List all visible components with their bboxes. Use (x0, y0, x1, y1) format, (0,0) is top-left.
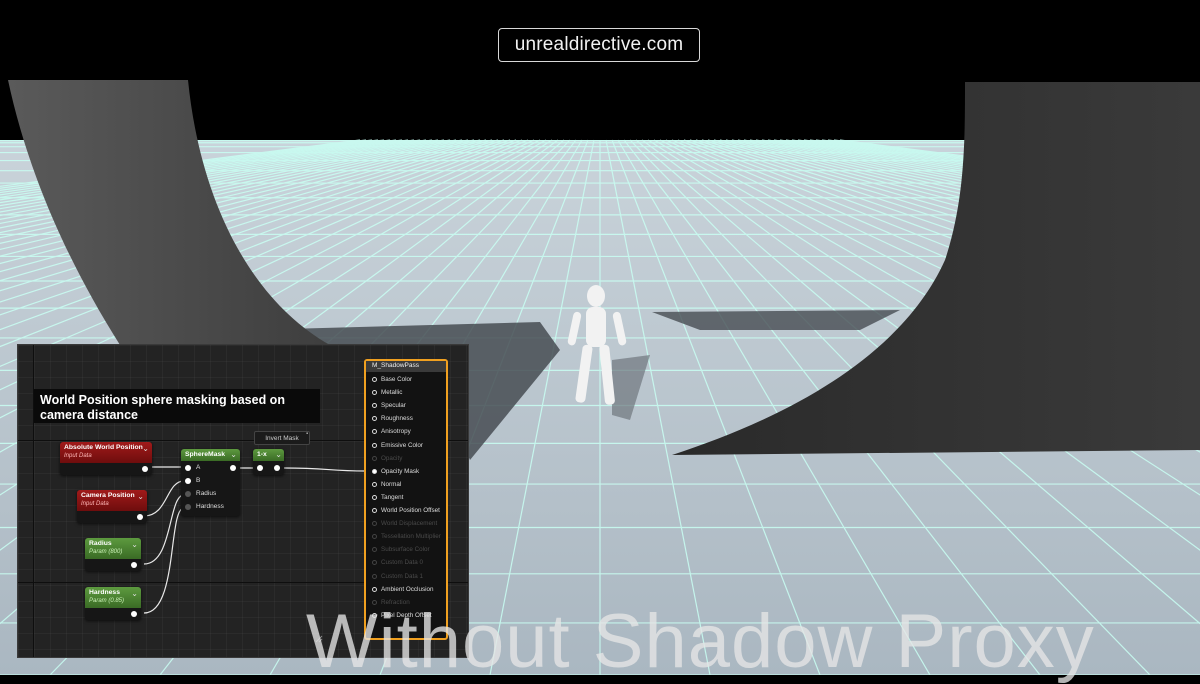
material-result-title: M_ShadowPass (366, 361, 446, 372)
material-result-node[interactable]: M_ShadowPass Base Color Metallic Specular R… (364, 359, 448, 640)
output-pin[interactable] (131, 611, 137, 617)
input-pin[interactable] (185, 464, 191, 471)
material-pin-row[interactable]: Normal (372, 481, 401, 488)
material-pin-label: Subsurface Color (381, 546, 430, 554)
pin-row-a[interactable]: A (185, 464, 200, 471)
material-pin-row[interactable]: Emissive Color (372, 442, 423, 449)
output-pin[interactable] (230, 465, 236, 471)
input-pin[interactable] (372, 429, 377, 435)
material-pin-row[interactable]: Custom Data 0 (372, 559, 423, 566)
node-subtitle: Input Data (64, 453, 92, 459)
node-subtitle: Param (0.85) (89, 598, 125, 604)
output-pin[interactable] (142, 466, 148, 472)
material-pin-label: Custom Data 1 (381, 572, 423, 580)
chevron-down-icon[interactable]: ⌄ (137, 493, 144, 501)
material-pin-label: World Displacement (381, 520, 438, 528)
material-pin-label: Emissive Color (381, 441, 423, 449)
input-pin[interactable] (372, 442, 377, 448)
material-pin-label: Ambient Occlusion (381, 585, 434, 593)
material-pin-label: Normal (381, 480, 402, 488)
one-minus-node[interactable]: 1-x ⌄ (253, 449, 284, 475)
pin-row-radius[interactable]: Radius (185, 490, 216, 497)
material-pin-label: Roughness (381, 415, 413, 423)
watermark-badge: unrealdirective.com (498, 28, 700, 62)
material-pin-row[interactable]: Specular (372, 402, 406, 409)
material-pin-label: Tessellation Multiplier (381, 533, 441, 541)
input-pin[interactable] (372, 547, 377, 553)
comment-bubble-icon[interactable]: ▪ (306, 431, 308, 437)
chevron-down-icon[interactable]: ⌄ (142, 445, 149, 453)
graph-comment[interactable]: World Position sphere masking based on c… (34, 389, 320, 423)
invert-mask-comment[interactable]: Invert Mask (254, 431, 310, 445)
input-pin[interactable] (372, 508, 377, 513)
material-pin-row[interactable]: Opacity (372, 455, 402, 462)
chevron-down-icon[interactable]: ⌄ (230, 451, 237, 459)
material-pin-row[interactable]: Subsurface Color (372, 546, 430, 553)
chevron-down-icon[interactable]: ⌄ (131, 590, 138, 598)
chevron-down-icon[interactable]: ⌄ (275, 451, 282, 459)
input-pin[interactable] (372, 390, 377, 396)
material-pin-label: Base Color (381, 376, 413, 383)
input-pin[interactable] (185, 490, 191, 497)
input-pin[interactable] (372, 494, 377, 500)
node-title: SphereMask (185, 451, 226, 458)
material-pin-row[interactable]: Anisotropy (372, 428, 411, 435)
material-pin-row[interactable]: Opacity Mask (372, 468, 419, 475)
node-title: Camera Position (81, 492, 135, 499)
input-pin[interactable] (372, 573, 377, 579)
material-pin-row[interactable]: Metallic (372, 389, 402, 396)
material-pin-row[interactable]: Roughness (372, 415, 413, 422)
radius-param-node[interactable]: Radius Param (800) ⌄ (85, 538, 141, 571)
input-pin[interactable] (372, 377, 377, 382)
camera-position-node[interactable]: Camera Position Input Data ⌄ (77, 490, 147, 523)
output-pin[interactable] (137, 514, 143, 520)
input-pin[interactable] (372, 586, 377, 592)
spheremask-node[interactable]: SphereMask ⌄ A B Radius Hardness (181, 449, 240, 516)
input-pin[interactable] (372, 455, 377, 461)
material-pin-label: Opacity Mask (381, 467, 420, 475)
material-pin-label: Metallic (381, 389, 403, 397)
input-pin[interactable] (372, 481, 377, 487)
input-pin[interactable] (372, 403, 377, 409)
material-pin-row[interactable]: Tangent (372, 494, 403, 501)
material-pin-row[interactable]: Custom Data 1 (372, 573, 423, 580)
input-pin[interactable] (185, 477, 191, 484)
output-pin[interactable] (274, 465, 280, 471)
material-pin-label: World Position Offset (381, 507, 440, 514)
pin-row-b[interactable]: B (185, 477, 200, 484)
input-pin[interactable] (257, 465, 263, 471)
pin-label: A (196, 464, 201, 471)
hardness-param-node[interactable]: Hardness Param (0.85) ⌄ (85, 587, 141, 620)
material-pin-row[interactable]: World Displacement (372, 520, 437, 527)
node-subtitle: Param (800) (89, 549, 123, 555)
caption-text: Without Shadow Proxy (306, 599, 1095, 684)
input-pin[interactable] (372, 468, 377, 474)
pin-row-hardness[interactable]: Hardness (185, 503, 224, 510)
material-pin-label: Tangent (381, 493, 404, 501)
pin-label: Radius (196, 490, 217, 497)
output-pin[interactable] (131, 562, 137, 568)
chevron-down-icon[interactable]: ⌄ (131, 541, 138, 549)
pin-label: Hardness (196, 503, 224, 510)
material-pin-label: Custom Data 0 (381, 559, 423, 567)
material-pin-label: Opacity (381, 454, 403, 462)
material-pin-row[interactable]: Base Color (372, 376, 412, 383)
material-pin-label: Anisotropy (381, 428, 411, 436)
material-pin-row[interactable]: Ambient Occlusion (372, 586, 434, 593)
node-title: Hardness (89, 589, 120, 596)
input-pin[interactable] (372, 534, 377, 540)
material-pin-row[interactable]: Tessellation Multiplier (372, 533, 441, 540)
material-pin-label: Specular (381, 402, 406, 410)
input-pin[interactable] (372, 521, 377, 527)
node-title: Radius (89, 540, 112, 547)
node-title: Absolute World Position (64, 444, 143, 451)
input-pin[interactable] (372, 560, 377, 566)
material-pin-row[interactable]: World Position Offset (372, 507, 440, 514)
node-subtitle: Input Data (81, 501, 109, 507)
input-pin[interactable] (185, 503, 191, 510)
absolute-world-position-node[interactable]: Absolute World Position Input Data ⌄ (60, 442, 152, 475)
input-pin[interactable] (372, 416, 377, 422)
pin-label: B (196, 477, 201, 484)
